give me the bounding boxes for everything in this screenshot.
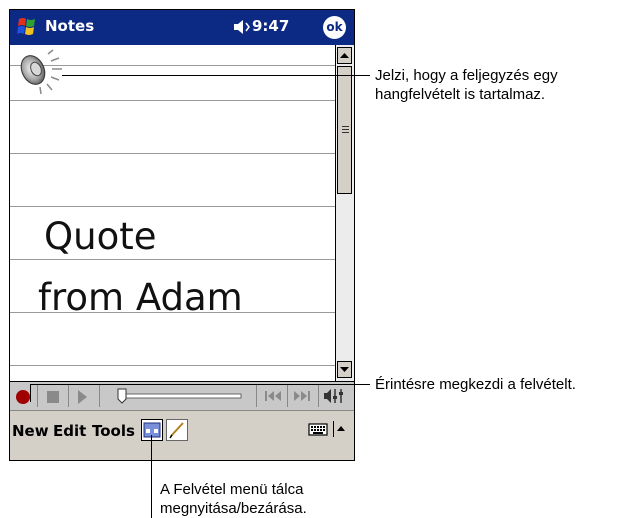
scroll-thumb[interactable] [337, 66, 352, 194]
title-bar: Notes 9:47 ok [10, 10, 354, 45]
note-writing-area[interactable]: Quote from Adam [10, 45, 336, 381]
vertical-scrollbar[interactable] [335, 45, 354, 381]
note-text-line: from Adam [38, 276, 243, 319]
pen-button[interactable] [166, 419, 188, 441]
ruled-line [10, 259, 336, 260]
callout-line [151, 435, 152, 518]
recording-toolbar-icon [143, 422, 161, 438]
keyboard-icon[interactable] [308, 421, 328, 437]
menu-tools[interactable]: Tools [92, 422, 135, 440]
clock[interactable]: 9:47 [252, 17, 289, 35]
volume-icon[interactable] [232, 19, 252, 35]
play-button[interactable] [78, 390, 87, 404]
menu-bar: New Edit Tools [10, 411, 354, 460]
callout-line [30, 384, 370, 385]
ruled-line [10, 153, 336, 154]
stop-button[interactable] [47, 391, 59, 403]
callout-line [62, 75, 370, 76]
ruled-line [10, 206, 336, 207]
arrow-up-icon[interactable] [333, 421, 347, 437]
volume-slider[interactable] [117, 388, 243, 404]
arrow-up-icon [340, 53, 349, 58]
callout-recording-toolbar-toggle: A Felvétel menü tálca megnyitása/bezárás… [160, 481, 307, 517]
ok-button[interactable]: ok [323, 16, 346, 39]
callout-voice-note-indicator: Jelzi, hogy a feljegyzés egy hangfelvéte… [375, 67, 558, 103]
arrow-down-icon [340, 367, 349, 372]
ruled-line [10, 365, 336, 366]
scroll-down-button[interactable] [337, 361, 352, 378]
ruled-line [10, 100, 336, 101]
scroll-up-button[interactable] [337, 47, 352, 64]
note-text-line: Quote [44, 215, 157, 258]
menu-new[interactable]: New [12, 422, 49, 440]
record-button[interactable] [16, 390, 30, 404]
menu-edit[interactable]: Edit [53, 422, 86, 440]
callout-line [30, 384, 31, 402]
recording-toolbar [10, 381, 354, 411]
app-title: Notes [45, 17, 95, 35]
windows-flag-icon[interactable] [15, 16, 39, 39]
speaker-volume-icon[interactable] [323, 387, 347, 405]
speaker-icon[interactable] [14, 49, 66, 95]
pen-icon [169, 422, 184, 439]
callout-record-button: Érintésre megkezdi a felvételt. [375, 376, 576, 393]
skip-forward-button[interactable] [291, 388, 313, 404]
skip-back-button[interactable] [262, 388, 284, 404]
device-screen: Notes 9:47 ok Quote from Adam New Edit T… [9, 9, 355, 461]
recording-toolbar-toggle-button[interactable] [141, 419, 163, 441]
